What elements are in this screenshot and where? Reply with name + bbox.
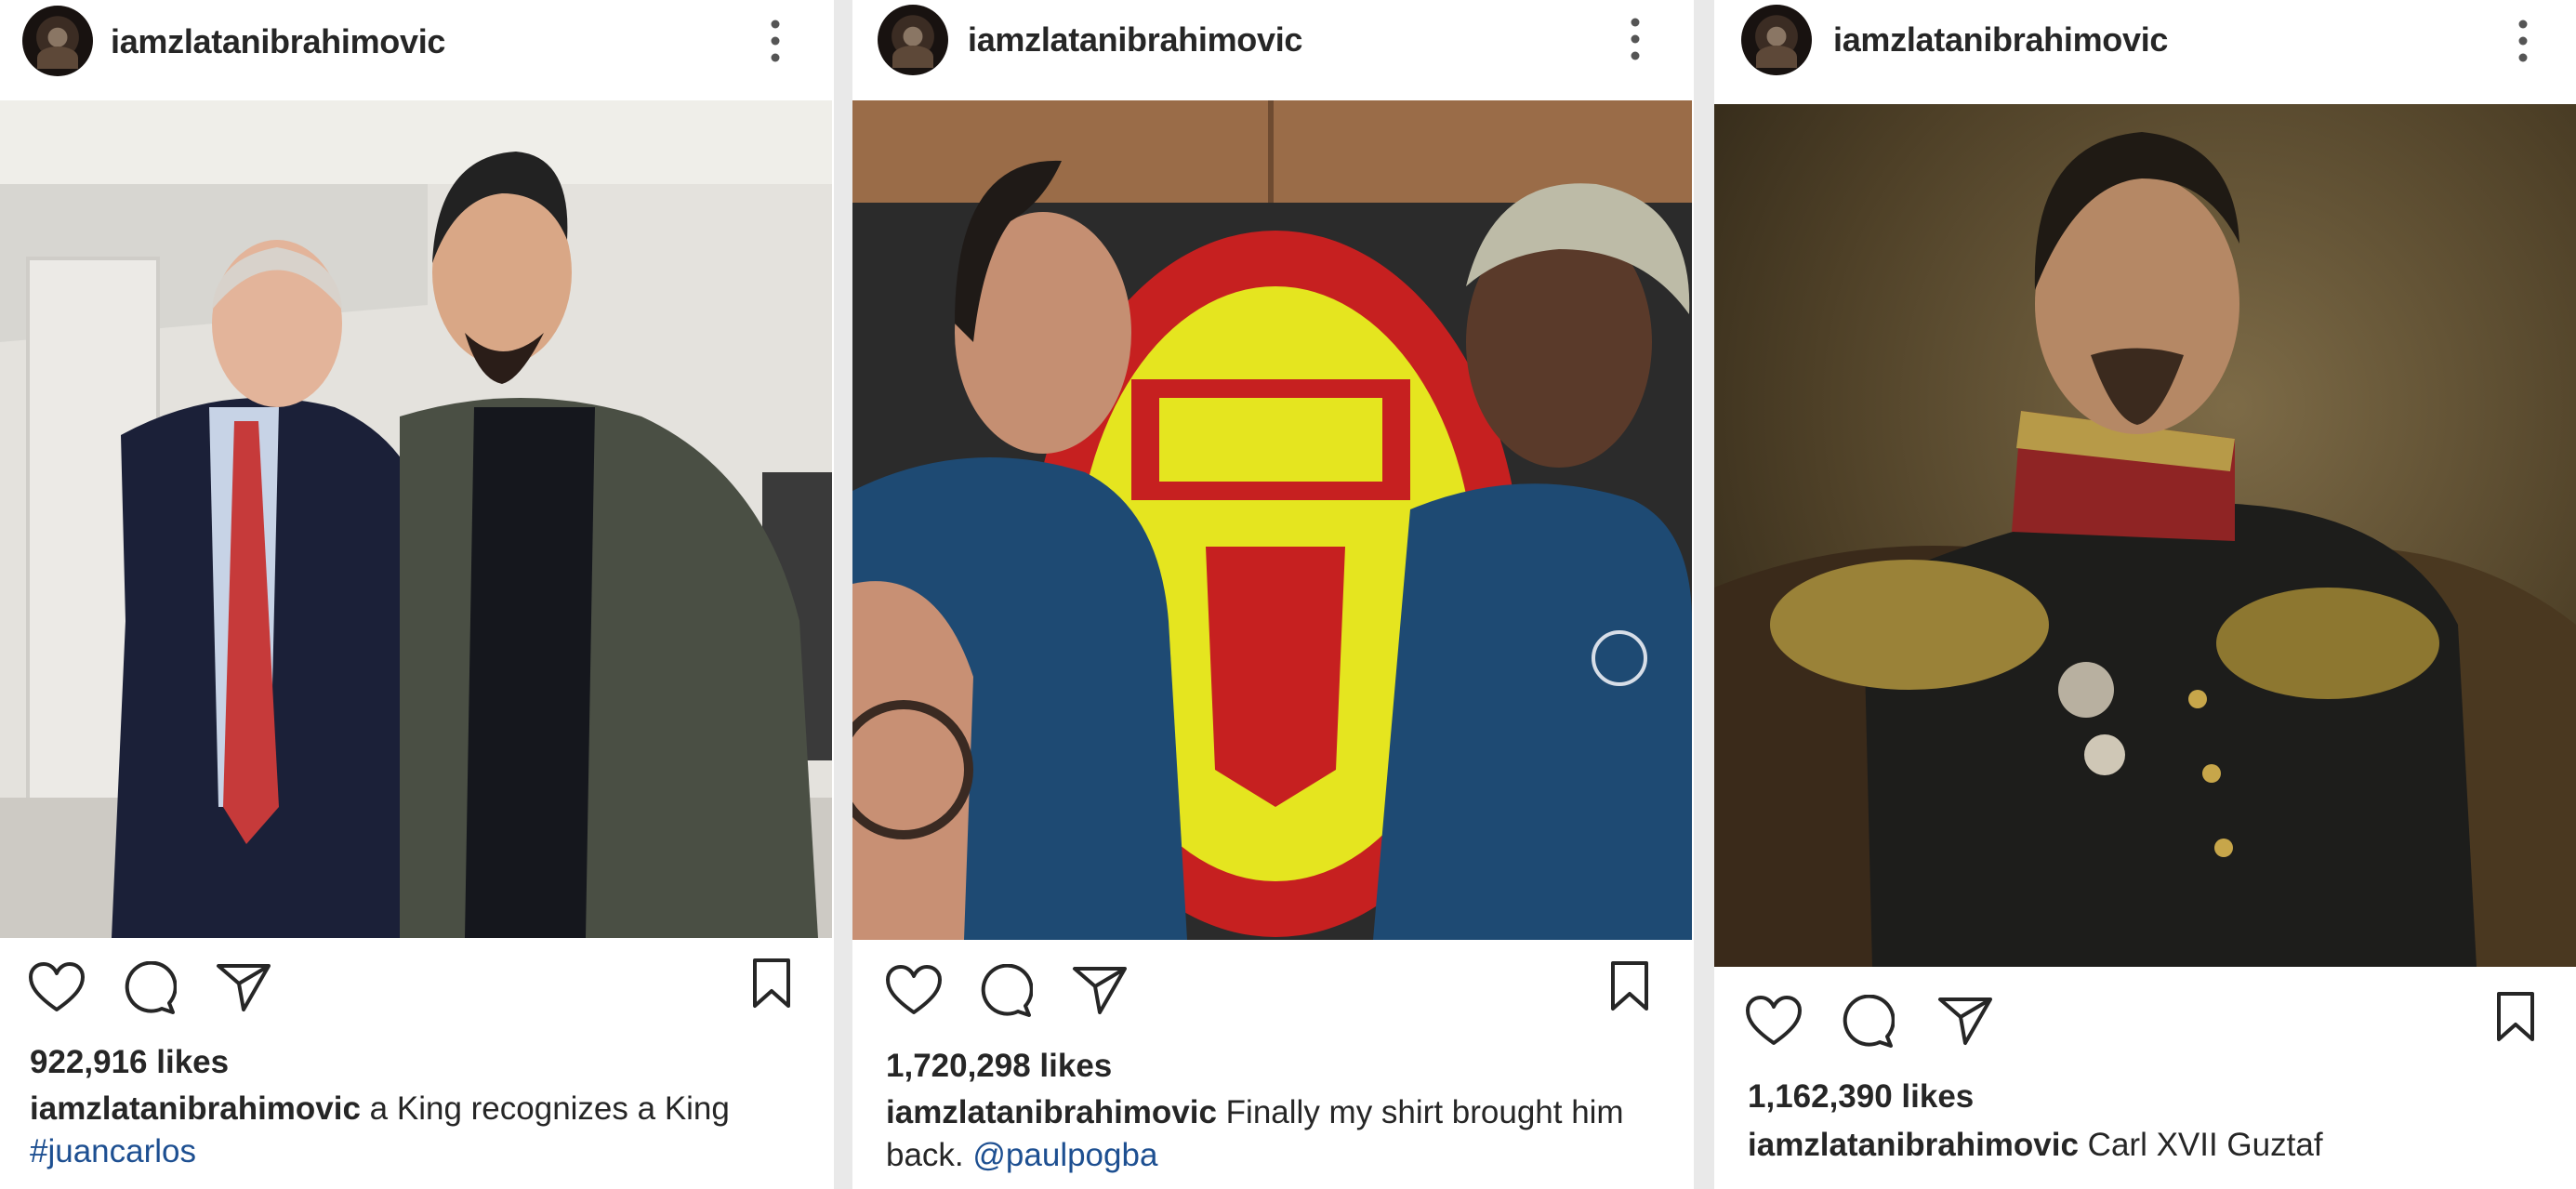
post-username[interactable]: iamzlatanibrahimovic: [968, 20, 1302, 59]
caption-username[interactable]: iamzlatanibrahimovic: [30, 1090, 361, 1127]
post-photo[interactable]: [852, 100, 1692, 940]
post-actions: [852, 960, 1694, 1027]
heart-icon[interactable]: [1745, 995, 1803, 1047]
heart-icon[interactable]: [885, 964, 943, 1016]
send-icon[interactable]: [216, 961, 271, 1013]
bookmark-icon[interactable]: [1609, 960, 1650, 1012]
comment-icon[interactable]: [979, 964, 1033, 1018]
like-count[interactable]: 1,720,298 likes: [886, 1048, 1112, 1085]
caption-username[interactable]: iamzlatanibrahimovic: [1748, 1127, 2079, 1163]
more-options-icon[interactable]: [766, 17, 785, 65]
caption-username[interactable]: iamzlatanibrahimovic: [886, 1094, 1217, 1130]
post-username[interactable]: iamzlatanibrahimovic: [111, 22, 445, 61]
profile-avatar[interactable]: [1741, 5, 1812, 75]
post-caption: iamzlatanibrahimovic Carl XVII Guztaf: [1748, 1124, 2547, 1167]
comment-icon[interactable]: [1841, 995, 1895, 1049]
send-icon[interactable]: [1072, 964, 1128, 1016]
more-options-icon[interactable]: [1626, 15, 1645, 63]
caption-mention-link[interactable]: @paulpogba: [972, 1137, 1157, 1173]
post-caption: iamzlatanibrahimovic Finally my shirt br…: [886, 1091, 1658, 1177]
like-count[interactable]: 922,916 likes: [30, 1044, 229, 1081]
post-header: iamzlatanibrahimovic: [0, 0, 834, 80]
post-actions: [1714, 991, 2576, 1058]
comment-icon[interactable]: [123, 961, 177, 1015]
heart-icon[interactable]: [28, 961, 86, 1013]
post-header: iamzlatanibrahimovic: [852, 0, 1694, 80]
post-header: iamzlatanibrahimovic: [1714, 0, 2576, 80]
post-card-3: iamzlatanibrahimovic 1,162,390 likes iam…: [1714, 0, 2576, 1189]
post-actions: [0, 958, 834, 1024]
post-username[interactable]: iamzlatanibrahimovic: [1833, 20, 2168, 59]
caption-hashtag-link[interactable]: #juancarlos: [30, 1133, 196, 1169]
post-photo[interactable]: [1714, 104, 2576, 967]
caption-text: a King recognizes a King: [360, 1090, 730, 1127]
bookmark-icon[interactable]: [751, 958, 792, 1010]
post-card-1: iamzlatanibrahimovic 922,916 likes iamzl…: [0, 0, 834, 1189]
more-options-icon[interactable]: [2514, 17, 2532, 65]
profile-avatar[interactable]: [878, 5, 948, 75]
post-photo[interactable]: [0, 100, 832, 938]
profile-avatar[interactable]: [22, 6, 93, 76]
send-icon[interactable]: [1937, 995, 1993, 1047]
post-caption: iamzlatanibrahimovic a King recognizes a…: [30, 1088, 820, 1173]
caption-text: Carl XVII Guztaf: [2078, 1127, 2323, 1163]
post-card-2: iamzlatanibrahimovic 1,720,298 likes iam…: [852, 0, 1694, 1189]
bookmark-icon[interactable]: [2495, 991, 2536, 1043]
like-count[interactable]: 1,162,390 likes: [1748, 1078, 1974, 1116]
